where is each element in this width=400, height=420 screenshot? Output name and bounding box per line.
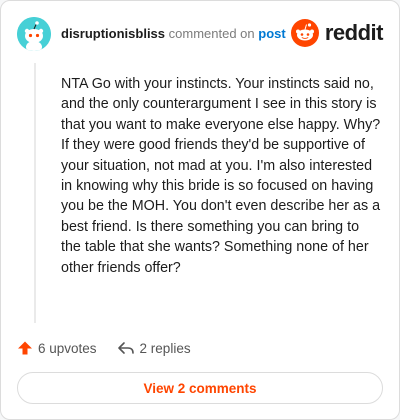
user-avatar[interactable] (17, 17, 51, 51)
comment-card: disruptionisbliss commented on post redd… (0, 0, 400, 420)
thread-line (34, 63, 36, 323)
comment-header: disruptionisbliss commented on post (61, 26, 286, 41)
reddit-wordmark: reddit (324, 20, 384, 45)
username-link[interactable]: disruptionisbliss (61, 26, 165, 41)
upvote-button[interactable]: 6 upvotes (17, 340, 97, 356)
reply-count: 2 replies (139, 340, 191, 356)
post-link[interactable]: post (258, 26, 285, 41)
comment-actions: 6 upvotes 2 replies (17, 337, 191, 359)
snoo-avatar-icon (17, 17, 51, 51)
view-comments-button[interactable]: View 2 comments (17, 372, 383, 404)
reply-arrow-icon (117, 342, 134, 354)
reddit-logo-icon (290, 19, 319, 47)
action-text: commented on (168, 26, 255, 41)
upvote-count: 6 upvotes (38, 340, 97, 356)
upvote-arrow-icon (18, 341, 32, 355)
comment-body: NTA Go with your instincts. Your instinc… (61, 76, 381, 276)
reddit-logo[interactable]: reddit (290, 18, 384, 48)
replies-button[interactable]: 2 replies (117, 340, 191, 356)
